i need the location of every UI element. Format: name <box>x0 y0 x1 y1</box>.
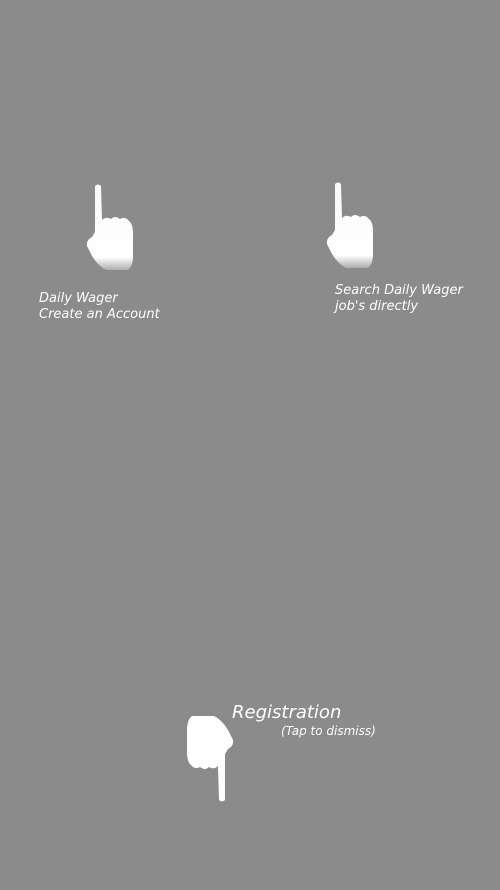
pointing-hand-up-icon <box>86 184 133 270</box>
hint-create-account-line1: Daily Wager <box>39 291 118 306</box>
pointing-hand-down-icon <box>187 716 234 802</box>
tap-to-dismiss-label: (Tap to dismiss) <box>281 724 376 738</box>
hint-create-account-line2: Create an Account <box>39 307 160 322</box>
tutorial-overlay[interactable]: Daily Wager Create an Account Search Dai… <box>0 0 500 890</box>
hint-search-jobs-line1: Search Daily Wager <box>335 283 463 298</box>
hint-search-jobs: Search Daily Wager job's directly <box>335 283 463 315</box>
pointing-hand-up-icon <box>326 182 373 268</box>
hint-create-account: Daily Wager Create an Account <box>39 291 160 323</box>
hint-search-jobs-line2: job's directly <box>335 299 419 314</box>
registration-title: Registration <box>232 702 342 723</box>
